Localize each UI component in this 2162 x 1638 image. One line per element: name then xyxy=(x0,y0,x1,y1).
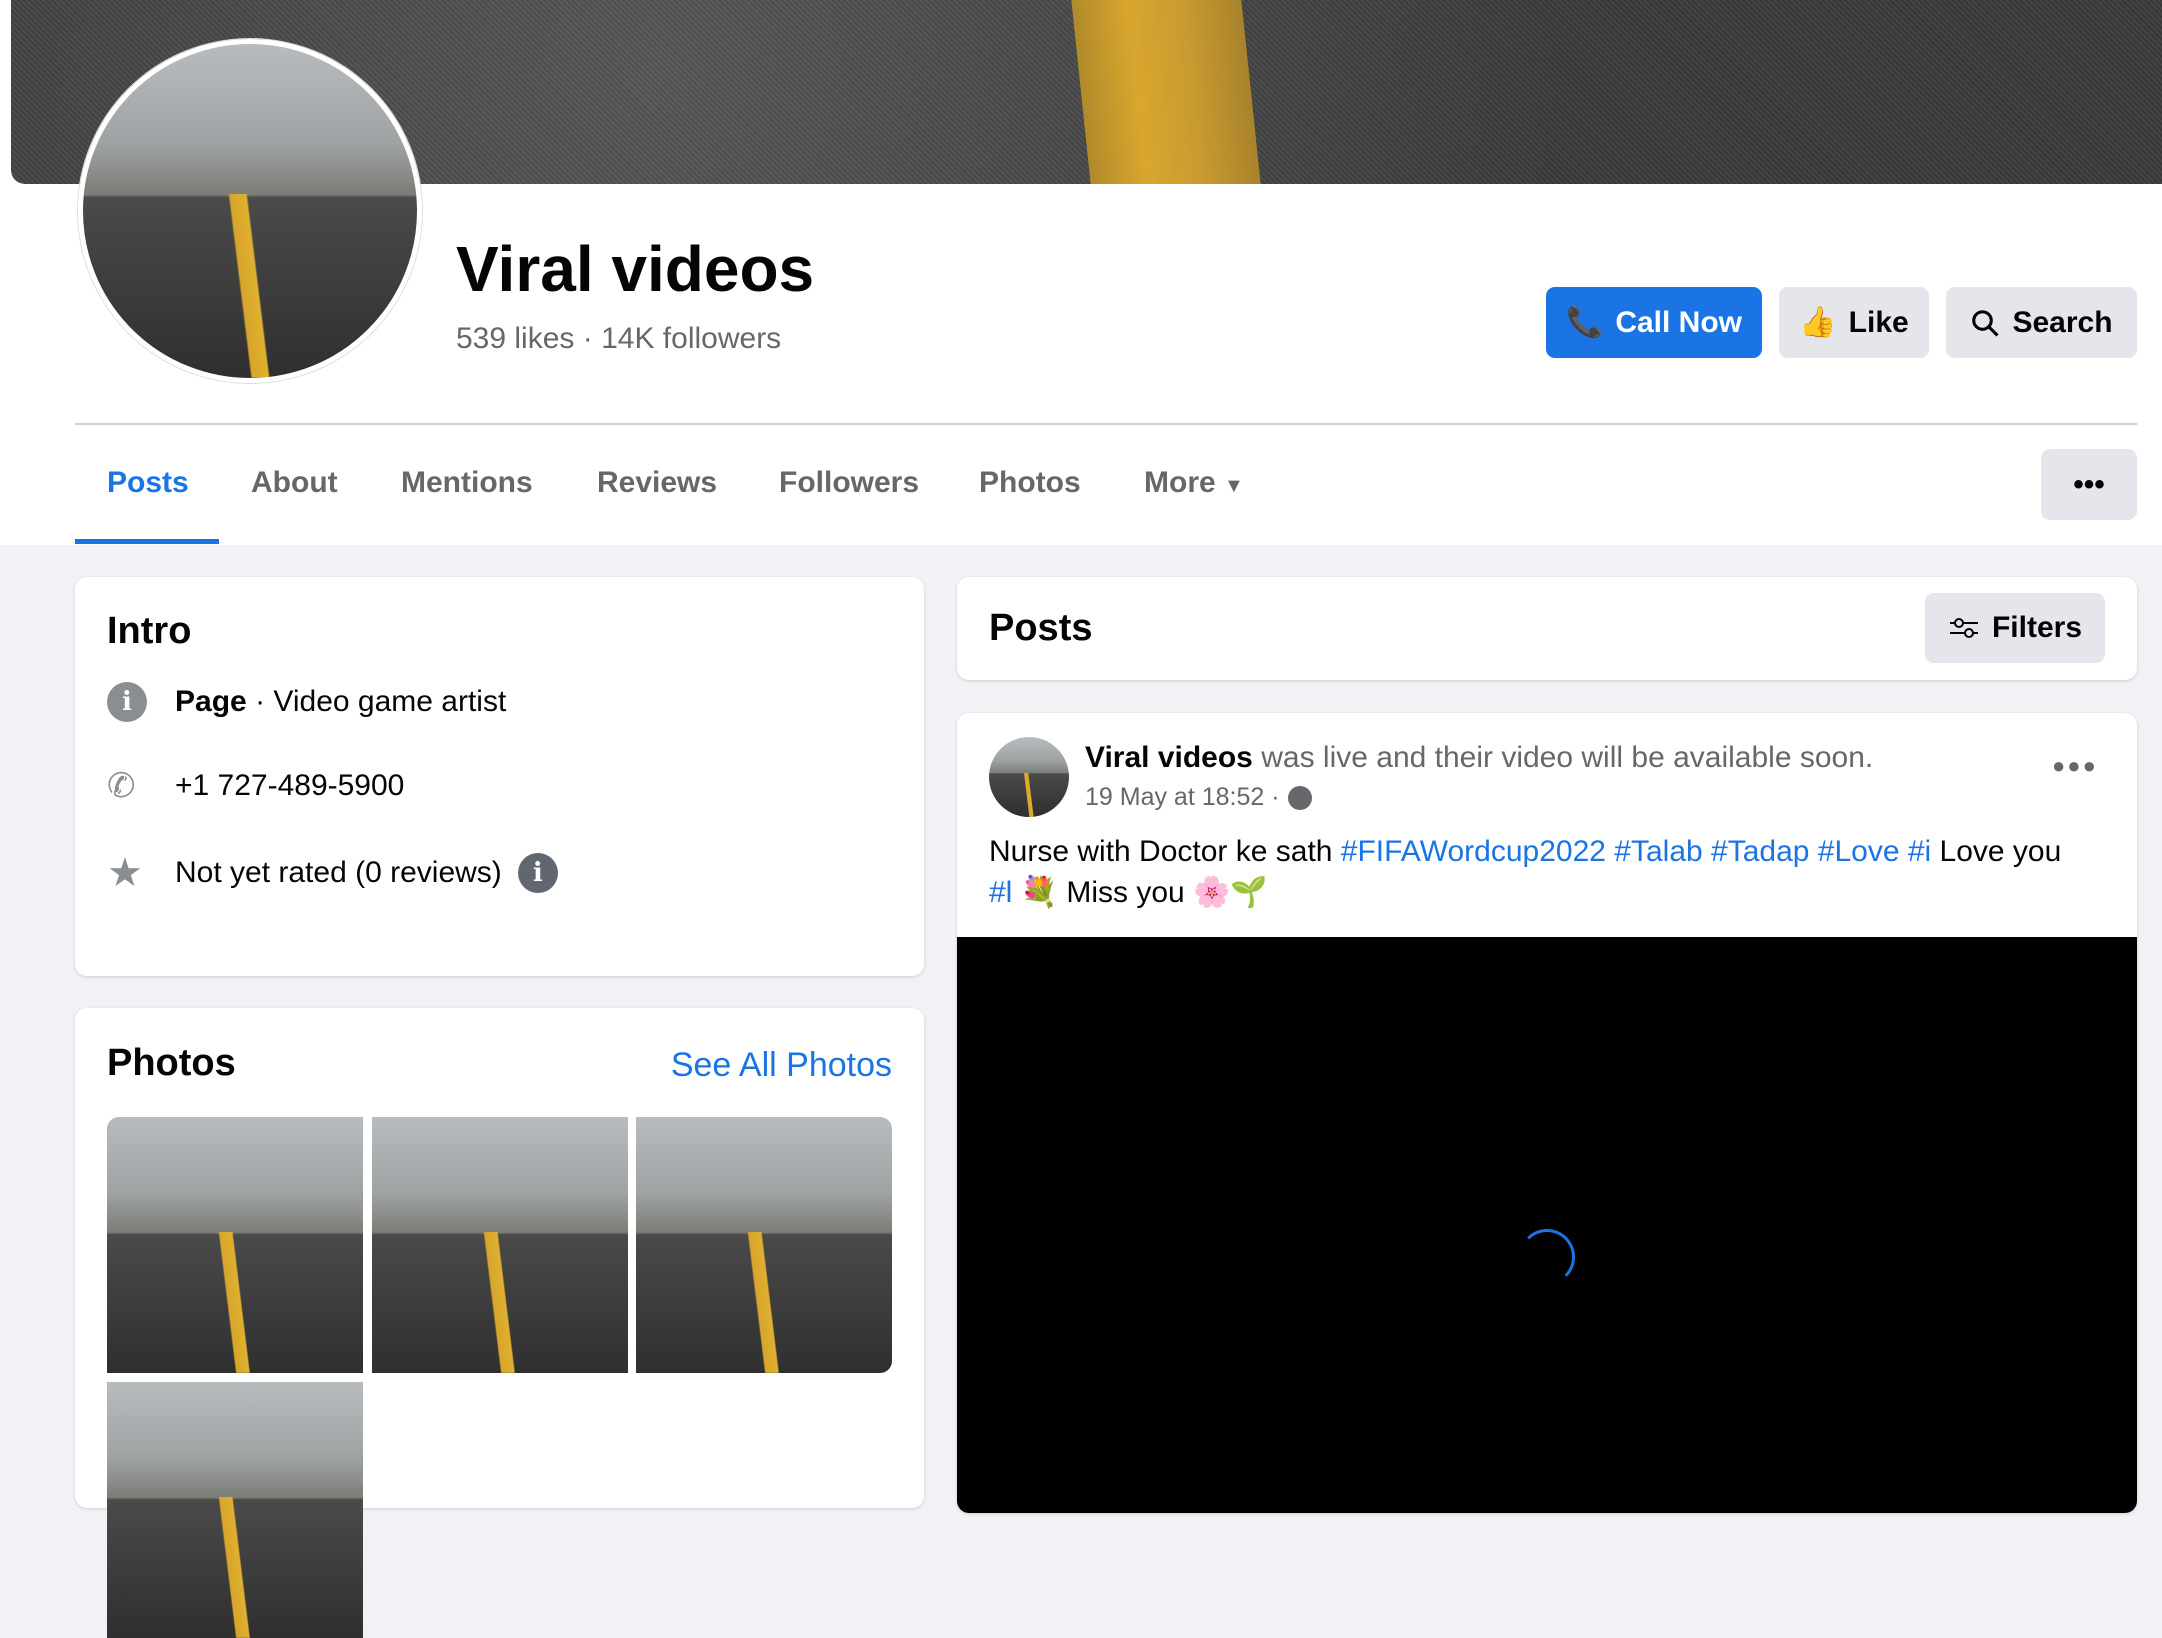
photos-card: Photos See All Photos xyxy=(75,1008,924,1638)
intro-phone: ✆ +1 727-489-5900 xyxy=(107,766,404,806)
post-text-end: 💐 Miss you 🌸🌱 xyxy=(1012,876,1268,909)
rating-text: Not yet rated (0 reviews) xyxy=(175,856,502,889)
tab-more[interactable]: More ▼ xyxy=(1144,466,1244,500)
tab-about[interactable]: About xyxy=(251,466,338,500)
post-card: Viral videos was live and their video wi… xyxy=(957,713,2137,1513)
intro-card: Intro i Page · Video game artist ✆ +1 727-… xyxy=(75,577,924,976)
post-timestamp[interactable]: 19 May at 18:52 · xyxy=(1085,783,1280,812)
posts-header-card: Posts Filters xyxy=(957,577,2137,680)
posts-title: Posts xyxy=(989,607,1093,649)
likes-count[interactable]: 539 likes xyxy=(456,322,574,355)
intro-category: i Page · Video game artist xyxy=(107,682,506,722)
photo-thumbnail[interactable] xyxy=(372,1117,628,1373)
filters-icon xyxy=(1949,618,1978,638)
post-action: was live and their video will be availab… xyxy=(1261,741,1874,774)
photos-title: Photos xyxy=(107,1042,236,1084)
post-hashtags[interactable]: #FIFAWordcup2022 #Talab #Tadap #Love #i xyxy=(1341,835,1931,868)
post-author-avatar[interactable] xyxy=(989,737,1069,817)
post-author[interactable]: Viral videos xyxy=(1085,741,1253,774)
post-hashtag[interactable]: #l xyxy=(989,876,1012,909)
post-text-start: Nurse with Doctor ke sath xyxy=(989,835,1341,868)
post-header: Viral videos was live and their video wi… xyxy=(1085,741,1873,775)
post-text: Nurse with Doctor ke sath #FIFAWordcup20… xyxy=(989,831,2119,913)
followers-count[interactable]: 14K followers xyxy=(601,322,781,355)
category-value: · Video game artist xyxy=(255,685,507,718)
tab-posts[interactable]: Posts xyxy=(107,466,189,500)
info-icon: i xyxy=(107,682,147,722)
page-title: Viral videos xyxy=(456,233,815,305)
post-text-mid: Love you xyxy=(1931,835,2062,868)
call-label: Call Now xyxy=(1615,305,1743,339)
search-icon xyxy=(1972,309,2000,337)
like-button[interactable]: 👍 Like xyxy=(1779,287,1929,358)
video-player[interactable] xyxy=(957,937,2137,1513)
more-label: More xyxy=(1144,466,1216,499)
phone-icon: 📞 xyxy=(1565,306,1604,339)
ellipsis-icon: ••• xyxy=(2073,467,2105,501)
post-meta: 19 May at 18:52 · xyxy=(1085,783,1312,812)
loading-spinner-icon xyxy=(1519,1229,1575,1285)
page-stats: 539 likes · 14K followers xyxy=(456,322,781,356)
tab-reviews[interactable]: Reviews xyxy=(597,466,717,500)
photo-thumbnail[interactable] xyxy=(107,1382,363,1638)
phone-icon: ✆ xyxy=(107,767,136,805)
star-icon: ★ xyxy=(107,851,143,895)
see-all-photos-link[interactable]: See All Photos xyxy=(671,1046,892,1085)
filters-label: Filters xyxy=(1991,611,2083,644)
phone-number[interactable]: +1 727-489-5900 xyxy=(175,769,404,803)
filters-button[interactable]: Filters xyxy=(1925,593,2105,663)
separator: · xyxy=(582,322,593,355)
active-tab-indicator xyxy=(75,539,219,544)
intro-rating: ★ Not yet rated (0 reviews) i xyxy=(107,850,558,896)
photo-thumbnail[interactable] xyxy=(636,1117,892,1373)
tab-photos[interactable]: Photos xyxy=(979,466,1081,500)
more-options-button[interactable]: ••• xyxy=(2041,449,2137,520)
search-button[interactable]: Search xyxy=(1946,287,2137,358)
search-label: Search xyxy=(2012,305,2113,339)
thumbs-up-icon: 👍 xyxy=(1799,306,1837,339)
rating-info-icon[interactable]: i xyxy=(517,853,558,893)
divider xyxy=(75,423,2137,425)
like-label: Like xyxy=(1848,305,1909,339)
post-options-icon[interactable]: ●●● xyxy=(2052,753,2098,779)
intro-title: Intro xyxy=(107,610,192,652)
call-now-button[interactable]: 📞 Call Now xyxy=(1546,287,1762,358)
tab-mentions[interactable]: Mentions xyxy=(401,466,533,500)
category-label: Page xyxy=(175,685,247,718)
tab-followers[interactable]: Followers xyxy=(779,466,919,500)
globe-icon xyxy=(1287,785,1312,810)
caret-down-icon: ▼ xyxy=(1224,475,1244,497)
photo-thumbnail[interactable] xyxy=(107,1117,363,1373)
profile-avatar[interactable] xyxy=(78,39,422,383)
